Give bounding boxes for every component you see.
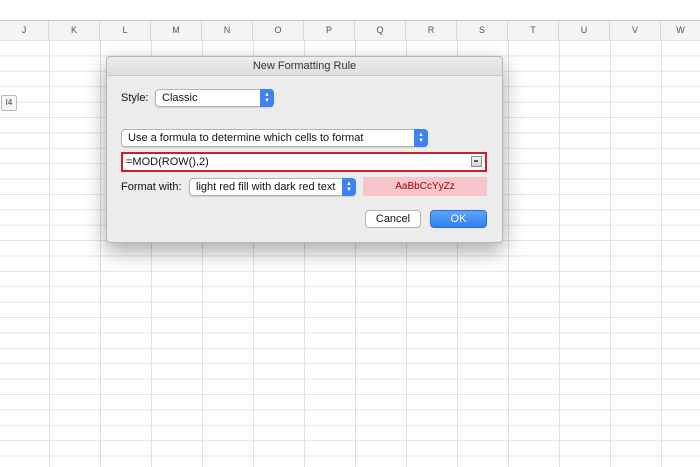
format-with-select-stepper-icon: ▲ ▼ [342, 178, 356, 196]
grid-line [508, 40, 509, 467]
rule-type-select-value: Use a formula to determine which cells t… [128, 132, 364, 144]
column-header-k[interactable]: K [49, 21, 100, 40]
column-header-n[interactable]: N [202, 21, 253, 40]
format-with-label: Format with: [121, 181, 182, 193]
grid-line [49, 40, 50, 467]
formula-input-value: =MOD(ROW(),2) [126, 156, 209, 168]
rule-type-select[interactable]: Use a formula to determine which cells t… [121, 129, 428, 147]
grid-line [661, 40, 662, 467]
dialog-title: New Formatting Rule [107, 57, 502, 76]
new-formatting-rule-dialog: New Formatting Rule Style: Classic ▲ ▼ Us… [106, 56, 503, 243]
style-select[interactable]: Classic ▲ ▼ [155, 89, 274, 107]
cancel-button[interactable]: Cancel [365, 210, 421, 228]
column-header-row: J K L M N O P Q R S T U V W [0, 21, 700, 41]
grid-line [610, 40, 611, 467]
grid-line [100, 40, 101, 467]
cell-reference-tag: I4 [1, 95, 17, 111]
column-header-q[interactable]: Q [355, 21, 406, 40]
formula-input[interactable]: =MOD(ROW(),2) [121, 152, 487, 172]
column-header-t[interactable]: T [508, 21, 559, 40]
format-preview: AaBbCcYyZz [363, 177, 487, 196]
column-header-w[interactable]: W [661, 21, 700, 40]
grid-line [559, 40, 560, 467]
style-select-value: Classic [162, 92, 198, 104]
column-header-v[interactable]: V [610, 21, 661, 40]
column-header-l[interactable]: L [100, 21, 151, 40]
column-header-o[interactable]: O [253, 21, 304, 40]
toolbar-area [0, 0, 700, 20]
rule-type-select-stepper-icon: ▲ ▼ [414, 129, 428, 147]
format-with-select-value: light red fill with dark red text [196, 181, 336, 193]
column-header-p[interactable]: P [304, 21, 355, 40]
format-with-select[interactable]: light red fill with dark red text ▲ ▼ [189, 178, 356, 196]
style-label: Style: [121, 92, 149, 104]
column-header-j[interactable]: J [0, 21, 49, 40]
style-select-stepper-icon: ▲ ▼ [260, 89, 274, 107]
column-header-s[interactable]: S [457, 21, 508, 40]
column-header-r[interactable]: R [406, 21, 457, 40]
column-header-m[interactable]: M [151, 21, 202, 40]
ok-button[interactable]: OK [430, 210, 487, 228]
collapse-dialog-icon[interactable] [471, 156, 482, 167]
column-header-u[interactable]: U [559, 21, 610, 40]
